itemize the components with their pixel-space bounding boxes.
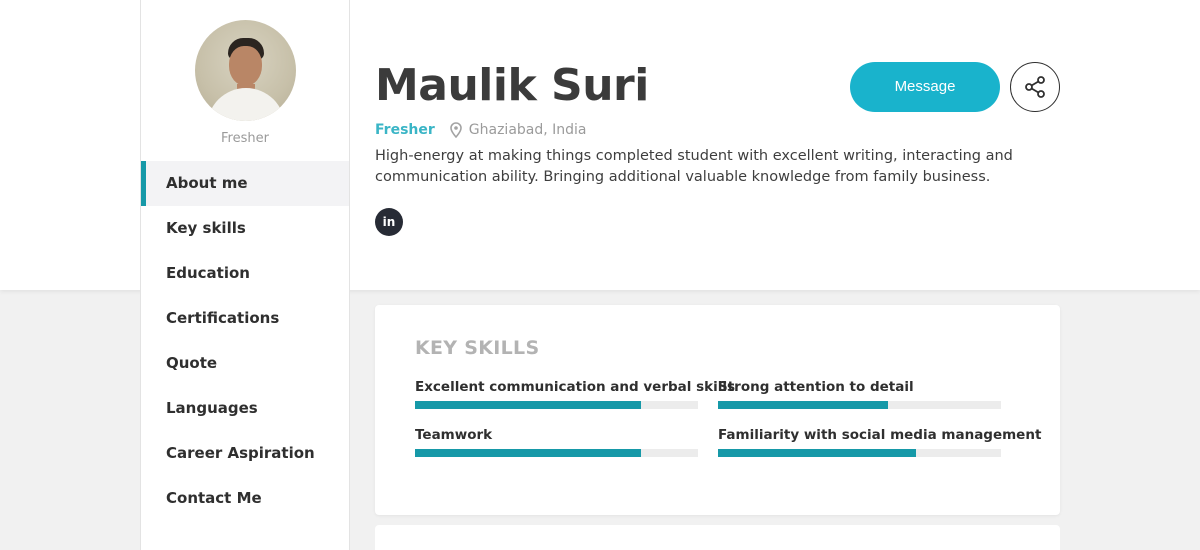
profile-meta: Fresher Ghaziabad, India: [375, 120, 587, 140]
skill-progress-fill: [415, 401, 642, 409]
skill-label: Familiarity with social media management: [718, 427, 1042, 443]
skill-progress-track: [718, 401, 1001, 409]
location-pin-icon: [449, 122, 462, 138]
linkedin-icon[interactable]: in: [375, 208, 403, 236]
sidebar-item-certifications[interactable]: Certifications: [141, 296, 349, 341]
sidebar-nav: About me Key skills Education Certificat…: [141, 161, 349, 521]
skill-item: Excellent communication and verbal skill…: [415, 379, 736, 409]
skill-progress-track: [718, 449, 1001, 457]
sidebar-item-about-me[interactable]: About me: [141, 161, 349, 206]
share-icon: [1025, 76, 1045, 98]
sidebar-item-languages[interactable]: Languages: [141, 386, 349, 431]
sidebar-item-education[interactable]: Education: [141, 251, 349, 296]
skill-progress-fill: [415, 449, 642, 457]
share-button[interactable]: [1010, 62, 1060, 112]
sidebar-item-career-aspiration[interactable]: Career Aspiration: [141, 431, 349, 476]
skill-item: Familiarity with social media management: [718, 427, 1042, 457]
profile-bio: High-energy at making things completed s…: [375, 148, 1013, 185]
message-button[interactable]: Message: [850, 62, 1000, 112]
sidebar: Fresher About me Key skills Education Ce…: [140, 0, 350, 550]
avatar: [195, 20, 296, 121]
skill-progress-fill: [718, 449, 917, 457]
sidebar-item-key-skills[interactable]: Key skills: [141, 206, 349, 251]
skill-progress-track: [415, 401, 698, 409]
skill-item: Teamwork: [415, 427, 698, 457]
skill-item: Strong attention to detail: [718, 379, 1001, 409]
sidebar-item-contact-me[interactable]: Contact Me: [141, 476, 349, 521]
location-text: Ghaziabad, India: [468, 122, 587, 138]
key-skills-card: KEY SKILLS Excellent communication and v…: [375, 305, 1060, 515]
sidebar-item-quote[interactable]: Quote: [141, 341, 349, 386]
next-section-card: [375, 525, 1060, 550]
skill-progress-track: [415, 449, 698, 457]
skill-progress-fill: [718, 401, 888, 409]
skill-label: Excellent communication and verbal skill…: [415, 379, 736, 395]
avatar-role-label: Fresher: [221, 131, 269, 146]
key-skills-title: KEY SKILLS: [415, 337, 540, 359]
status-badge: Fresher: [375, 122, 435, 138]
skill-label: Strong attention to detail: [718, 379, 914, 395]
skill-label: Teamwork: [415, 427, 493, 443]
profile-name: Maulik Suri: [375, 60, 649, 111]
